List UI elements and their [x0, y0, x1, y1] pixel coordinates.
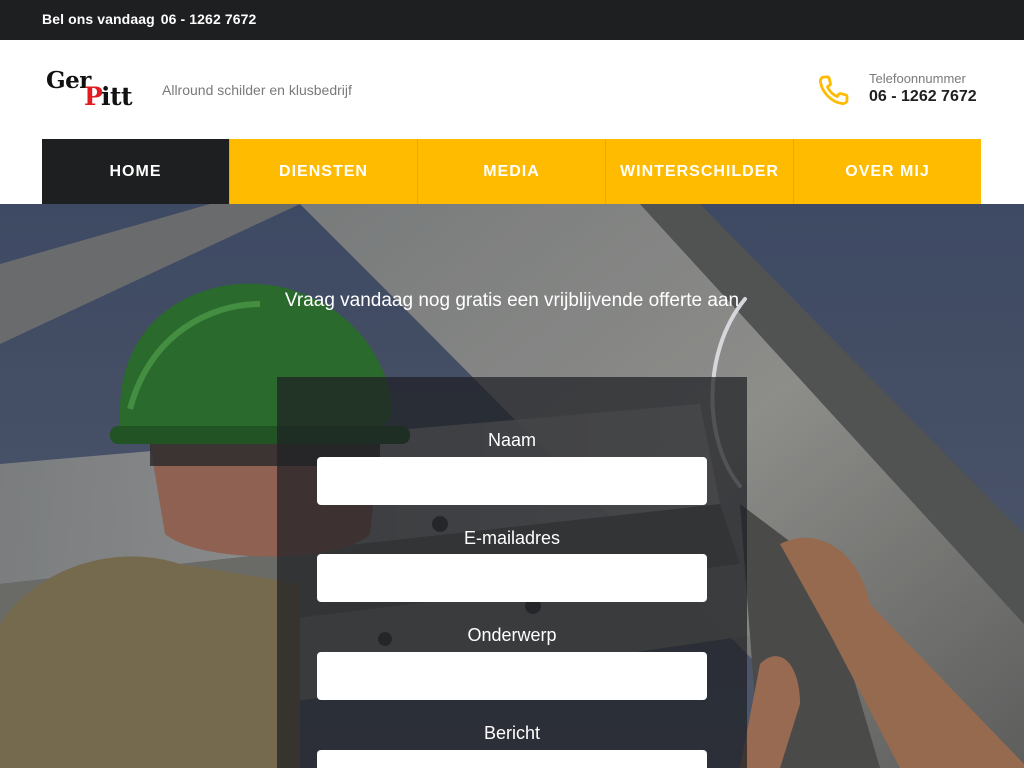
- nav-item-media[interactable]: MEDIA: [417, 139, 605, 204]
- topbar: Bel ons vandaag 06 - 1262 7672: [0, 0, 1024, 40]
- phone-number[interactable]: 06 - 1262 7672: [869, 88, 977, 106]
- quote-form: Naam E-mailadres Onderwerp Bericht: [277, 377, 747, 768]
- nav-item-diensten[interactable]: DIENSTEN: [229, 139, 417, 204]
- message-input[interactable]: [317, 750, 707, 768]
- topbar-contact: Bel ons vandaag 06 - 1262 7672: [42, 11, 256, 27]
- header: Ger P itt Allround schilder en klusbedri…: [0, 40, 1024, 139]
- nav-item-over-mij[interactable]: OVER MIJ: [793, 139, 981, 204]
- phone-icon: [816, 72, 852, 108]
- logo-part2-rest: itt: [101, 82, 133, 111]
- subject-input[interactable]: [317, 652, 707, 700]
- main-nav: HOME DIENSTEN MEDIA WINTERSCHILDER OVER …: [42, 139, 981, 204]
- logo[interactable]: Ger P itt: [46, 67, 146, 111]
- email-label: E-mailadres: [463, 528, 561, 548]
- name-label: Naam: [487, 430, 536, 450]
- message-label: Bericht: [483, 723, 541, 743]
- logo-part2-letter: P: [84, 82, 103, 111]
- subject-label: Onderwerp: [467, 625, 557, 645]
- phone-label: Telefoonnummer: [869, 71, 966, 86]
- nav-item-home[interactable]: HOME: [42, 139, 229, 204]
- tagline: Allround schilder en klusbedrijf: [162, 82, 352, 98]
- email-input[interactable]: [317, 554, 707, 602]
- name-input[interactable]: [317, 457, 707, 505]
- topbar-call-label: Bel ons vandaag: [42, 11, 155, 27]
- hero-section: Vraag vandaag nog gratis een vrijblijven…: [0, 204, 1024, 768]
- topbar-phone-link[interactable]: 06 - 1262 7672: [161, 11, 257, 27]
- nav-item-winterschilder[interactable]: WINTERSCHILDER: [605, 139, 793, 204]
- hero-title: Vraag vandaag nog gratis een vrijblijven…: [284, 290, 740, 311]
